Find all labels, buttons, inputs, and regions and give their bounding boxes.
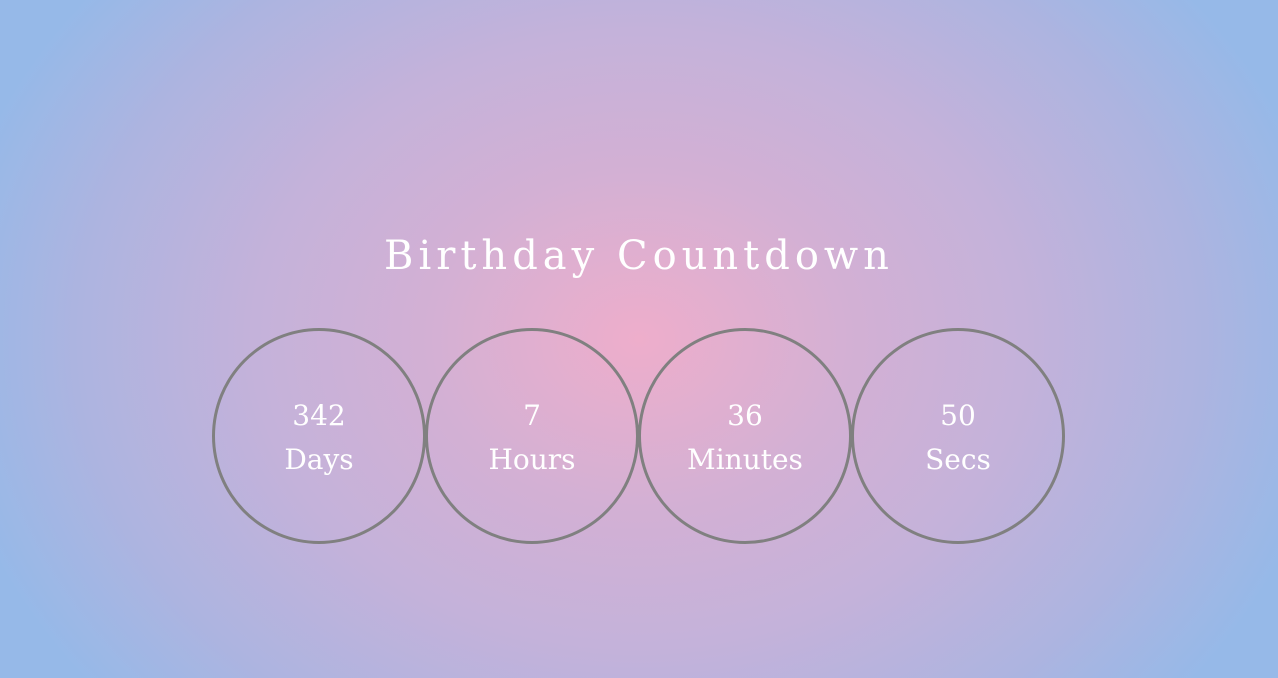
secs-label: Secs bbox=[925, 443, 991, 476]
hours-label: Hours bbox=[488, 443, 576, 476]
secs-circle: 50 Secs bbox=[851, 328, 1065, 544]
hours-circle: 7 Hours bbox=[425, 328, 639, 544]
secs-value: 50 bbox=[940, 399, 976, 432]
days-label: Days bbox=[284, 443, 354, 476]
countdown-circles: 342 Days 7 Hours 36 Minutes 50 Secs bbox=[212, 328, 1068, 544]
minutes-circle: 36 Minutes bbox=[638, 328, 852, 544]
hours-value: 7 bbox=[523, 399, 541, 432]
days-value: 342 bbox=[292, 399, 346, 432]
days-circle: 342 Days bbox=[212, 328, 426, 544]
countdown-page: Birthday Countdown 342 Days 7 Hours 36 M… bbox=[0, 0, 1278, 678]
minutes-label: Minutes bbox=[687, 443, 803, 476]
page-title: Birthday Countdown bbox=[384, 233, 894, 279]
minutes-value: 36 bbox=[727, 399, 763, 432]
